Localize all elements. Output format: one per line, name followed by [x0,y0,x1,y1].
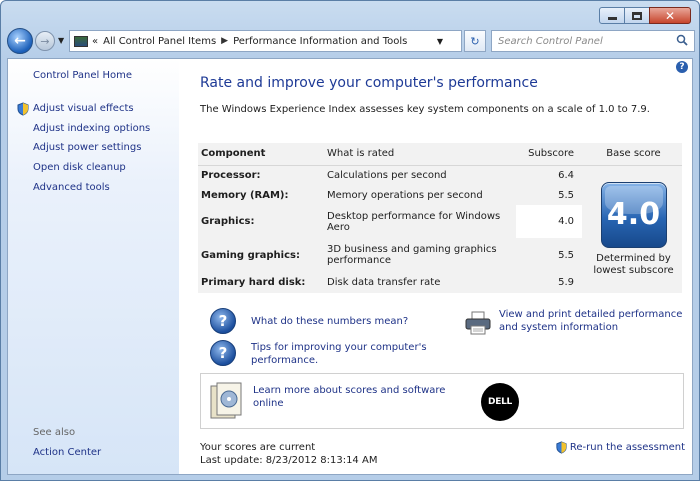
base-score-caption: Determined by lowest subscore [593,252,674,276]
maximize-icon [632,11,642,20]
question-icon[interactable]: ? [210,340,236,366]
main-panel: ? Rate and improve your computer's perfo… [179,59,694,474]
maximize-button[interactable] [624,7,650,24]
sidebar-task-list: Adjust visual effects Adjust indexing op… [16,99,150,197]
sidebar-item-advanced-tools[interactable]: Advanced tools [16,177,150,197]
base-score-cell: 4.0 Determined by lowest subscore [582,165,682,293]
sidebar-item-label: Open disk cleanup [33,162,126,174]
minimize-icon [607,17,617,20]
sidebar-item-open-disk-cleanup[interactable]: Open disk cleanup [16,158,150,178]
sidebar-item-label: Advanced tools [33,181,110,193]
software-box-icon [210,382,242,419]
sidebar-item-label: Adjust indexing options [33,122,151,134]
sidebar-item-label: Adjust visual effects [33,103,134,115]
shield-icon [17,102,29,116]
component-name: Memory (RAM): [198,185,324,205]
help-icon[interactable]: ? [676,61,688,73]
forward-button[interactable]: → [35,31,55,51]
minimize-button[interactable] [599,7,625,24]
sidebar-item-adjust-indexing-options[interactable]: Adjust indexing options [16,119,150,139]
tips-for-improving-link[interactable]: Tips for improving your computer's perfo… [251,341,441,367]
refresh-icon: ↻ [470,34,480,48]
search-placeholder: Search Control Panel [498,35,603,47]
sidebar-item-adjust-power-settings[interactable]: Adjust power settings [16,138,150,158]
question-icon[interactable]: ? [210,308,236,334]
caption-buttons: ✕ [599,7,691,24]
scores-current-text: Your scores are current [200,442,316,453]
rerun-label: Re-run the assessment [569,442,685,453]
sidebar: Control Panel Home Adjust visual effects… [8,59,179,474]
close-icon: ✕ [664,8,676,23]
breadcrumb-item[interactable]: Performance Information and Tools [233,36,407,47]
rated-description: Calculations per second [324,165,516,185]
base-score-value: 4.0 [606,197,661,233]
page-description: The Windows Experience Index assesses ke… [200,104,650,115]
subscore-value-lowest: 4.0 [516,205,582,238]
column-header-subscore: Subscore [516,143,582,166]
status-area: Your scores are current Last update: 8/2… [200,441,377,467]
app-window: ✕ ← → ▼ « All Control Panel Items ▶ Perf… [0,0,700,481]
rated-description: Desktop performance for Windows Aero [324,205,516,238]
page-title: Rate and improve your computer's perform… [200,75,538,91]
content-area: Control Panel Home Adjust visual effects… [7,58,693,475]
component-name: Primary hard disk: [198,272,324,293]
refresh-button[interactable]: ↻ [464,30,486,52]
column-header-base-score: Base score [582,143,682,166]
subscore-value: 6.4 [516,165,582,185]
breadcrumb-chevron-icon[interactable]: ▶ [221,36,228,46]
table-header-row: Component What is rated Subscore Base sc… [198,143,682,166]
shield-icon [556,441,567,454]
view-print-details-link[interactable]: View and print detailed performance and … [499,308,689,334]
component-name: Graphics: [198,205,324,238]
column-header-component: Component [198,143,324,166]
navigation-bar: ← → ▼ « All Control Panel Items ▶ Perfor… [7,28,695,54]
learn-more-panel: Learn more about scores and software onl… [200,373,684,429]
dell-logo: DELL [481,383,519,421]
learn-more-link[interactable]: Learn more about scores and software onl… [253,384,453,410]
control-panel-home-link[interactable]: Control Panel Home [33,70,132,81]
rerun-assessment-link[interactable]: Re-run the assessment [555,441,685,454]
subscore-value: 5.5 [516,238,582,272]
what-do-numbers-mean-link[interactable]: What do these numbers mean? [251,315,408,328]
subscore-value: 5.9 [516,272,582,293]
last-update-text: Last update: 8/23/2012 8:13:14 AM [200,455,378,466]
see-also-heading: See also [33,427,76,438]
forward-arrow-icon: → [40,34,50,48]
back-button[interactable]: ← [7,28,33,54]
address-bar[interactable]: « All Control Panel Items ▶ Performance … [69,30,462,52]
address-dropdown-icon[interactable]: ▼ [437,37,443,46]
control-panel-icon [74,35,88,47]
close-button[interactable]: ✕ [649,7,691,24]
search-input[interactable]: Search Control Panel [491,30,695,52]
printer-icon[interactable] [464,311,492,335]
experience-index-table: Component What is rated Subscore Base sc… [198,143,682,293]
breadcrumb-prefix[interactable]: « [92,36,98,47]
rated-description: Disk data transfer rate [324,272,516,293]
column-header-rated: What is rated [324,143,516,166]
dell-logo-text: DELL [488,397,512,407]
action-center-link[interactable]: Action Center [33,447,101,458]
sidebar-item-label: Adjust power settings [33,142,142,154]
component-name: Gaming graphics: [198,238,324,272]
recent-pages-dropdown-icon[interactable]: ▼ [58,36,64,45]
component-name: Processor: [198,165,324,185]
rated-description: 3D business and gaming graphics performa… [324,238,516,272]
breadcrumb-item[interactable]: All Control Panel Items [103,36,216,47]
rated-description: Memory operations per second [324,185,516,205]
search-icon[interactable] [676,34,688,46]
sidebar-item-adjust-visual-effects[interactable]: Adjust visual effects [16,99,150,119]
back-arrow-icon: ← [14,33,26,49]
base-score-badge: 4.0 [600,181,667,248]
table-row: Processor: Calculations per second 6.4 4… [198,165,682,293]
subscore-value: 5.5 [516,185,582,205]
